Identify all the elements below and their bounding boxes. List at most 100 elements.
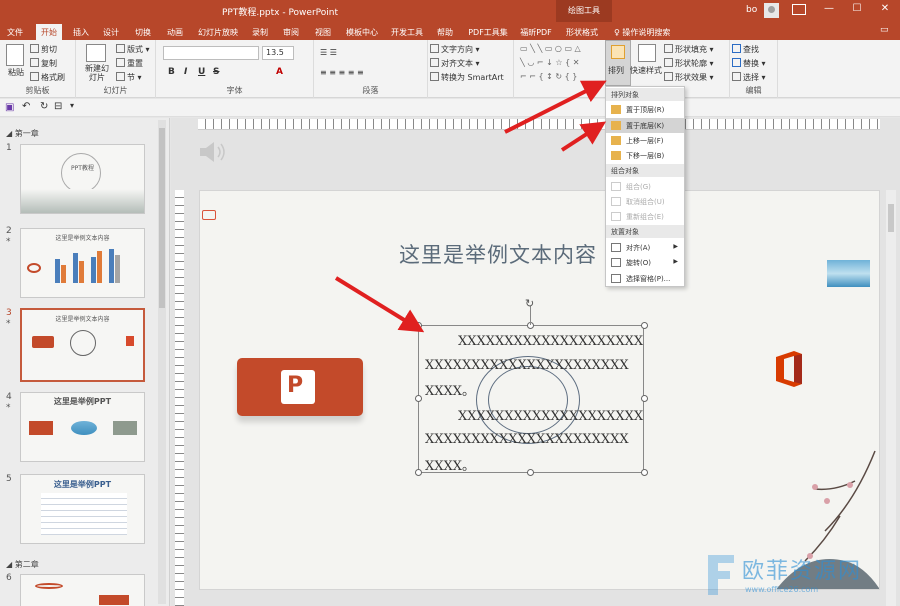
animation-marker: *	[6, 403, 11, 413]
strikethrough-button[interactable]: S	[213, 67, 219, 77]
tab-insert[interactable]: 插入	[70, 24, 92, 40]
slide-title[interactable]: 这里是举例文本内容	[399, 239, 597, 269]
comments-icon[interactable]: ▭	[880, 25, 889, 35]
tab-foxit-pdf[interactable]: 福昕PDF	[518, 24, 554, 40]
send-backward-item[interactable]: 下移一层(B)	[606, 148, 684, 163]
shapes-gallery[interactable]: ▭ ╲ ╲ ▭ ○ ▭ △	[520, 44, 581, 53]
slide-thumbnail-5[interactable]: 这里是举例PPT	[20, 474, 145, 544]
resize-handle[interactable]	[415, 322, 422, 329]
select-button[interactable]: 选择 ▾	[732, 72, 766, 83]
shape-outline-button[interactable]: 形状轮廓 ▾	[664, 58, 714, 69]
tab-transitions[interactable]: 切换	[132, 24, 154, 40]
bold-button[interactable]: B	[168, 67, 175, 77]
find-button[interactable]: 查找	[732, 44, 759, 55]
tab-home[interactable]: 开始	[36, 24, 62, 40]
comment-icon[interactable]	[202, 210, 216, 220]
shape-fill-button[interactable]: 形状填充 ▾	[664, 44, 714, 55]
bring-to-front-item[interactable]: 置于顶层(R)	[606, 102, 684, 117]
tab-design[interactable]: 设计	[100, 24, 122, 40]
resize-handle[interactable]	[641, 395, 648, 402]
tab-developer[interactable]: 开发工具	[390, 24, 424, 40]
text-direction-button[interactable]: 文字方向 ▾	[430, 44, 480, 55]
new-slide-icon[interactable]	[86, 44, 106, 62]
group-item[interactable]: 组合(G)	[606, 179, 684, 194]
arrange-button[interactable]: 排列	[605, 40, 631, 86]
tab-help[interactable]: 帮助	[434, 24, 456, 40]
tab-slideshow[interactable]: 幻灯片放映	[196, 24, 240, 40]
tab-pdf-tools[interactable]: PDF工具集	[466, 24, 510, 40]
tab-view[interactable]: 视图	[312, 24, 334, 40]
speaker-icon[interactable]	[198, 140, 228, 164]
slide-thumbnail-2[interactable]: 这里是举例文本内容	[20, 228, 145, 298]
ungroup-item[interactable]: 取消组合(U)	[606, 194, 684, 209]
resize-handle[interactable]	[641, 322, 648, 329]
replace-button[interactable]: 替换 ▾	[732, 58, 766, 69]
shape-effects-button[interactable]: 形状效果 ▾	[664, 72, 714, 83]
cut-button[interactable]: 剪切	[30, 44, 57, 55]
ribbon-display-options-icon[interactable]	[792, 4, 806, 15]
font-family-select[interactable]	[163, 46, 259, 60]
slide-thumbnail-6[interactable]	[20, 574, 145, 606]
maximize-icon[interactable]: ☐	[848, 3, 866, 19]
align-item[interactable]: 对齐(A) ▶	[606, 240, 684, 255]
format-painter-button[interactable]: 格式刷	[30, 72, 65, 83]
resize-handle[interactable]	[415, 395, 422, 402]
undo-icon[interactable]: ↶	[22, 101, 30, 112]
paste-button[interactable]: 粘贴	[8, 67, 24, 78]
slide-thumbnail-4[interactable]: 这里是举例PPT	[20, 392, 145, 462]
italic-button[interactable]: I	[184, 67, 187, 77]
underline-button[interactable]: U	[198, 67, 205, 77]
slideshow-icon[interactable]: ⊟	[54, 101, 62, 112]
rotate-item[interactable]: 旋转(O) ▶	[606, 255, 684, 270]
shapes-gallery-row2[interactable]: ╲ ◡ ⌐ ↓ ☆ { ✕	[520, 58, 579, 67]
selection-pane-item[interactable]: 选择窗格(P)...	[606, 271, 684, 286]
slide-thumbnail-1[interactable]: PPT教程	[20, 144, 145, 214]
resize-handle[interactable]	[527, 469, 534, 476]
save-icon[interactable]: ▣	[5, 102, 14, 113]
smartart-button[interactable]: 转换为 SmartArt	[430, 72, 504, 83]
send-to-back-item[interactable]: 置于底层(K)	[606, 118, 684, 133]
editor-vertical-scrollbar[interactable]	[886, 190, 896, 606]
slide-thumbnail-3[interactable]: 这里是举例文本内容	[20, 308, 145, 382]
tab-shape-format[interactable]: 形状格式	[562, 24, 602, 40]
tell-me-search[interactable]: ♀ 操作说明搜索	[614, 24, 670, 38]
scrollbar-thumb[interactable]	[888, 204, 894, 232]
landscape-image[interactable]	[827, 260, 870, 287]
powerpoint-logo-image[interactable]: P	[237, 358, 363, 416]
avatar[interactable]	[764, 3, 779, 18]
new-slide-button[interactable]: 新建幻灯片	[84, 64, 110, 82]
section-2-label[interactable]: ◢ 第二章	[6, 559, 39, 570]
shapes-gallery-row3[interactable]: ⌐ ⌐ { ↕ ↻ { }	[520, 72, 577, 81]
resize-handle[interactable]	[641, 469, 648, 476]
office-logo-image[interactable]	[772, 349, 806, 389]
rotate-handle-icon[interactable]: ↻	[525, 297, 534, 310]
tab-animations[interactable]: 动画	[164, 24, 186, 40]
user-name[interactable]: bo	[746, 5, 757, 15]
slide-canvas[interactable]: 这里是举例文本内容 P ↻ XXXXXXXXXXXXXXXXXXXX XXXXX…	[199, 190, 880, 590]
quick-styles-button[interactable]: 快速样式	[630, 65, 662, 76]
close-icon[interactable]: ✕	[876, 3, 894, 19]
font-color-icon[interactable]: A	[276, 67, 283, 77]
tab-review[interactable]: 审阅	[280, 24, 302, 40]
align-text-button[interactable]: 对齐文本 ▾	[430, 58, 480, 69]
tab-record[interactable]: 录制	[250, 24, 270, 40]
tab-template-center[interactable]: 模板中心	[344, 24, 380, 40]
tab-file[interactable]: 文件	[4, 24, 26, 40]
font-size-select[interactable]: 13.5	[262, 46, 294, 60]
section-1-label[interactable]: ◢ 第一章	[6, 128, 39, 139]
paste-icon[interactable]	[6, 44, 24, 66]
align-icons[interactable]: ≡ ≡ ≡ ≡ ≡	[320, 68, 364, 77]
layout-button[interactable]: 版式 ▾	[116, 44, 150, 55]
bring-forward-item[interactable]: 上移一层(F)	[606, 133, 684, 148]
resize-handle[interactable]	[415, 469, 422, 476]
quick-styles-icon[interactable]	[638, 44, 656, 62]
reset-button[interactable]: 重置	[116, 58, 143, 69]
section-button[interactable]: 节 ▾	[116, 72, 142, 83]
thumbnail-scrollbar[interactable]	[158, 120, 166, 604]
regroup-item[interactable]: 重新组合(E)	[606, 209, 684, 224]
copy-button[interactable]: 复制	[30, 58, 57, 69]
bullets-icon[interactable]: ☰ ☰	[320, 48, 337, 57]
minimize-icon[interactable]: —	[820, 3, 838, 19]
customize-qat-icon[interactable]: ▾	[70, 101, 74, 110]
redo-icon[interactable]: ↻	[40, 101, 48, 112]
